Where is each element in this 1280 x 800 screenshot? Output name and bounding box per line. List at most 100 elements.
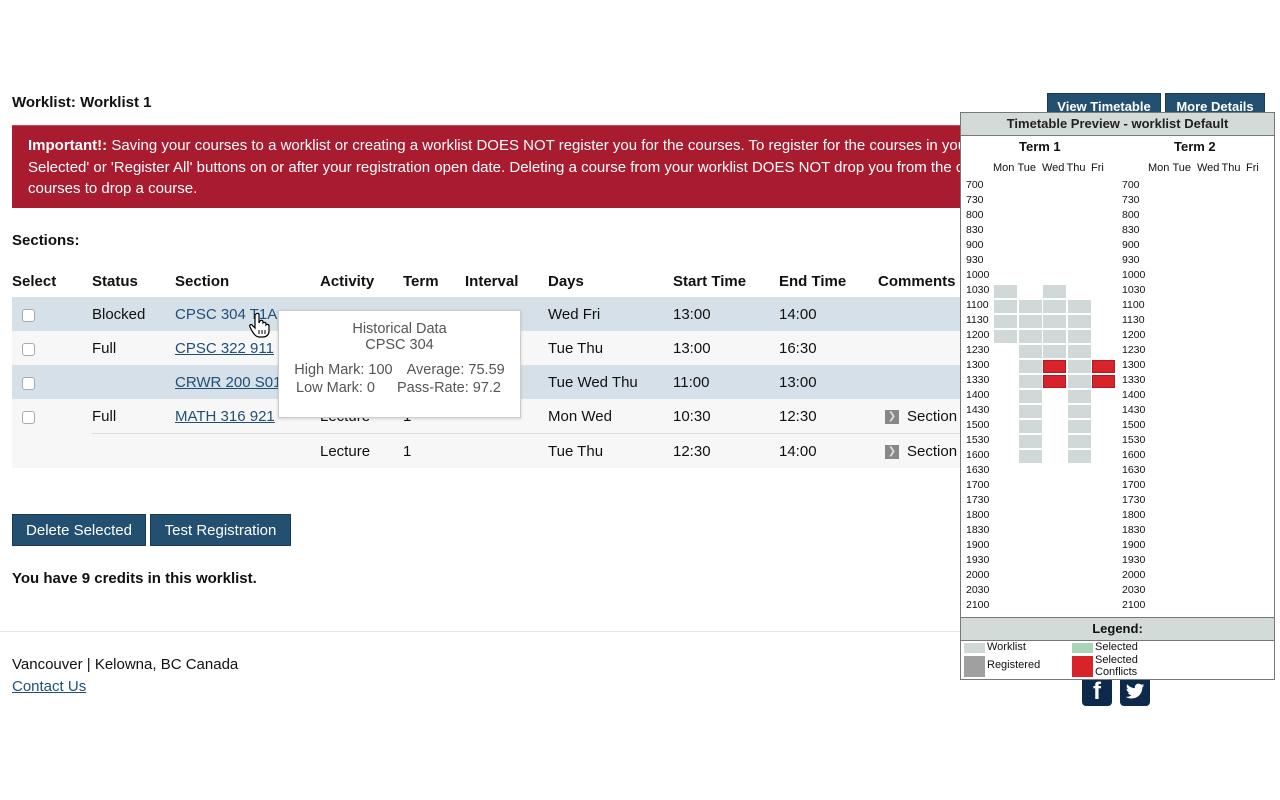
comments-cell <box>878 365 972 399</box>
tooltip-course: CPSC 304 <box>365 337 434 353</box>
facebook-icon[interactable]: f <box>1082 676 1112 706</box>
contact-us-link[interactable]: Contact Us <box>12 678 86 695</box>
start-time-cell: 11:00 <box>673 365 779 399</box>
conflict-block <box>1043 375 1066 388</box>
select-checkbox[interactable] <box>22 308 35 322</box>
time-label: 1530 <box>966 434 990 446</box>
timetable-preview-panel: Timetable Preview - worklist Default Ter… <box>960 112 1275 680</box>
worklist-block <box>1018 390 1042 403</box>
time-label: 1430 <box>966 404 990 416</box>
day-header-thu: Thu <box>1221 162 1241 174</box>
legend-selected-swatch <box>1072 643 1093 653</box>
worklist-block <box>1067 315 1091 328</box>
comment-text: Section <box>907 442 958 460</box>
time-label: 1700 <box>1122 479 1146 491</box>
worklist-block <box>1018 315 1042 328</box>
legend-title: Legend: <box>961 617 1274 641</box>
section-link[interactable]: MATH 316 921 <box>175 408 275 425</box>
day-header-tue: Tue <box>1172 162 1192 174</box>
time-label: 2100 <box>1122 599 1146 611</box>
tooltip-pass-rate: Pass-Rate: 97.2 <box>397 380 501 396</box>
col-header-start-time: Start Time <box>673 272 747 290</box>
days-cell: Wed Fri <box>548 297 673 331</box>
table-header-row: Select Status Section Activity Term Inte… <box>12 265 972 297</box>
legend-conflicts-label: Selected Conflicts <box>1095 654 1138 678</box>
conflict-block <box>1092 375 1115 388</box>
worklist-block <box>994 315 1017 328</box>
section-link[interactable]: CRWR 200 S01 <box>175 374 281 391</box>
status-cell: Blocked <box>92 297 175 331</box>
day-header-mon: Mon <box>1148 162 1170 174</box>
end-time-cell: 12:30 <box>779 399 878 434</box>
alert-text-line2: Selected' or 'Register All' buttons on o… <box>28 158 964 176</box>
time-label: 2030 <box>1122 584 1146 596</box>
col-header-select: Select <box>12 272 57 290</box>
time-label: 1330 <box>1122 374 1146 386</box>
time-label: 1500 <box>1122 419 1146 431</box>
time-label: 830 <box>966 224 984 236</box>
day-header-fri: Fri <box>1246 162 1259 174</box>
time-label: 1900 <box>1122 539 1146 551</box>
alert-text-line3: courses to drop a course. <box>28 180 198 197</box>
col-header-comments: Comments <box>878 272 956 290</box>
time-label: 1700 <box>966 479 990 491</box>
comments-cell[interactable]: ❯ Section <box>878 399 972 434</box>
time-label: 1100 <box>1122 299 1145 311</box>
time-label: 700 <box>1122 179 1140 191</box>
start-time-cell: 13:00 <box>673 331 779 365</box>
comments-cell[interactable]: ❯ Section <box>878 433 972 468</box>
delete-selected-button[interactable]: Delete Selected <box>12 514 146 546</box>
worklist-block <box>1018 420 1042 433</box>
col-header-end-time: End Time <box>779 272 847 290</box>
col-header-status: Status <box>92 272 138 290</box>
worklist-block <box>994 285 1017 298</box>
start-time-cell: 13:00 <box>673 297 779 331</box>
day-header-tue: Tue <box>1017 162 1037 174</box>
time-label: 730 <box>1122 194 1140 206</box>
legend-worklist-label: Worklist <box>987 641 1026 653</box>
tooltip-average: Average: 75.59 <box>406 362 505 378</box>
time-label: 830 <box>1122 224 1140 236</box>
worklist-block <box>1067 390 1091 403</box>
worklist-block <box>1018 405 1042 418</box>
col-header-activity: Activity <box>320 272 375 290</box>
day-header-wed: Wed <box>1197 162 1220 174</box>
worklist-block <box>1043 300 1066 313</box>
day-header-mon: Mon <box>993 162 1015 174</box>
time-label: 1600 <box>966 449 990 461</box>
credits-summary: You have 9 credits in this worklist. <box>12 570 257 587</box>
legend-selected-label: Selected <box>1095 641 1138 653</box>
conflict-block <box>1092 360 1115 373</box>
time-label: 1130 <box>1122 314 1145 326</box>
status-cell: Full <box>92 331 175 365</box>
time-label: 2030 <box>966 584 990 596</box>
time-label: 1300 <box>966 359 990 371</box>
footer-divider <box>0 631 960 632</box>
end-time-cell: 14:00 <box>779 297 878 331</box>
comments-cell <box>878 297 972 331</box>
col-header-days: Days <box>548 272 584 290</box>
time-label: 1230 <box>966 344 990 356</box>
select-checkbox[interactable] <box>22 410 35 424</box>
start-time-cell: 10:30 <box>673 399 779 434</box>
time-label: 1400 <box>1122 389 1146 401</box>
sections-label: Sections: <box>12 232 80 249</box>
select-checkbox[interactable] <box>22 376 35 390</box>
day-header-fri: Fri <box>1091 162 1104 174</box>
worklist-block <box>1043 330 1066 343</box>
days-cell: Tue Wed Thu <box>548 365 673 399</box>
section-link[interactable]: CPSC 322 911 <box>175 340 274 357</box>
activity-cell: Lecture <box>320 433 403 468</box>
worklist-block <box>1067 435 1091 448</box>
worklist-block <box>1067 375 1091 388</box>
comment-text: Section <box>907 407 958 425</box>
expand-arrow-icon[interactable]: ❯ <box>885 409 899 424</box>
select-checkbox[interactable] <box>22 342 35 356</box>
expand-arrow-icon[interactable]: ❯ <box>885 444 899 459</box>
twitter-icon[interactable] <box>1120 676 1150 706</box>
test-registration-button[interactable]: Test Registration <box>150 514 291 546</box>
worklist-block <box>1067 405 1091 418</box>
worklist-block <box>1067 360 1091 373</box>
time-label: 1330 <box>966 374 990 386</box>
time-label: 1200 <box>966 329 990 341</box>
